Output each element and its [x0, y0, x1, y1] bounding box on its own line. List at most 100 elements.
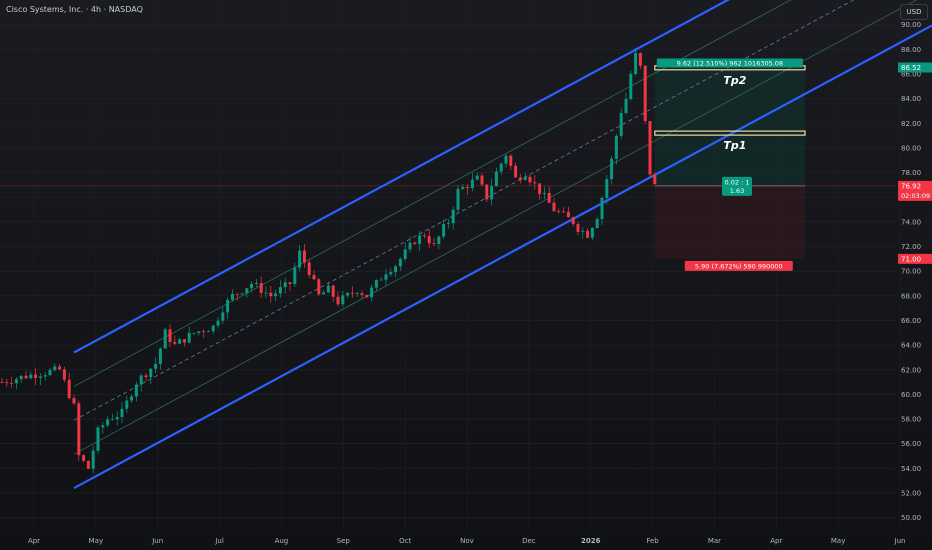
candle-body — [154, 363, 158, 369]
candle-body — [422, 235, 426, 237]
candle-body — [653, 174, 657, 185]
x-tick-label: Jul — [214, 537, 224, 545]
candle-body — [624, 98, 628, 114]
candle-body — [19, 375, 23, 380]
candle-body — [576, 224, 580, 232]
candle-body — [590, 228, 594, 238]
time-axis[interactable]: Apr May Jun Jul Aug Sep Oct Nov Dec 2026 Feb Mar Apr… — [28, 537, 906, 545]
candle-body — [437, 236, 441, 245]
candle-body — [187, 333, 191, 343]
candle-body — [547, 192, 551, 203]
y-tick-label: 72.00 — [901, 243, 921, 251]
candle-body — [67, 379, 71, 399]
candle-body — [226, 299, 230, 313]
candle-body — [206, 331, 210, 333]
candle-body — [163, 329, 167, 349]
candle-body — [58, 366, 62, 370]
candle-body — [629, 73, 633, 99]
candle-body — [384, 274, 388, 280]
candle-body — [96, 427, 100, 451]
candle-body — [10, 383, 14, 384]
candle-body — [82, 455, 86, 461]
candle-body — [365, 294, 369, 298]
candle-body — [317, 279, 321, 295]
candle-body — [115, 416, 119, 420]
x-tick-label: Dec — [522, 537, 536, 545]
candle-body — [451, 209, 455, 224]
candle-body — [53, 366, 57, 371]
x-tick-label: Jun — [151, 537, 163, 545]
candle-body — [211, 325, 215, 332]
candle-body — [600, 197, 604, 220]
y-tick-label: 66.00 — [901, 317, 921, 325]
candle-body — [254, 283, 258, 285]
candle-body — [370, 287, 374, 298]
candle-body — [197, 331, 201, 333]
ratio-label: 0.02 : 1 — [725, 178, 750, 186]
x-tick-label: Mar — [708, 537, 721, 545]
candle-body — [360, 293, 364, 295]
chart-area[interactable]: Tp2 Tp1 9.62 (12.510%) 962 1016305.08 5.90 … — [0, 0, 932, 550]
candle-body — [178, 339, 182, 344]
candle-body — [461, 187, 465, 189]
candle-body — [43, 375, 47, 377]
candle-body — [485, 184, 489, 200]
candle-body — [566, 211, 570, 218]
x-tick-label: Aug — [275, 537, 289, 545]
candle-body — [490, 186, 494, 200]
candle-body — [134, 384, 138, 397]
candle-body — [355, 293, 359, 295]
candle-body — [374, 280, 378, 288]
y-tick-label: 58.00 — [901, 416, 921, 424]
candles — [0, 47, 657, 474]
candle-body — [403, 249, 407, 259]
candle-body — [302, 250, 306, 263]
y-tick-label: 78.00 — [901, 169, 921, 177]
candle-body — [101, 425, 105, 428]
candle-body — [240, 293, 244, 295]
candle-body — [29, 374, 33, 379]
candle-body — [91, 450, 95, 469]
candle-body — [528, 176, 532, 183]
x-tick-label: May — [831, 537, 845, 545]
candle-body — [509, 155, 513, 166]
y-tick-label: 84.00 — [901, 95, 921, 103]
price-axis[interactable]: 50.00 52.00 54.00 56.00 58.00 60.00 62.00 64.00… — [901, 21, 921, 522]
candle-body — [394, 266, 398, 273]
candle-body — [446, 223, 450, 225]
y-tick-label: 60.00 — [901, 391, 921, 399]
candle-body — [38, 376, 42, 379]
candle-body — [619, 113, 623, 136]
candle-body — [634, 53, 638, 74]
candle-body — [144, 375, 148, 378]
candle-body — [581, 230, 585, 232]
candle-body — [427, 236, 431, 244]
candle-body — [168, 329, 172, 342]
y-tick-label: 82.00 — [901, 120, 921, 128]
y-tick-label: 90.00 — [901, 21, 921, 29]
position-zones — [0, 67, 896, 259]
candle-body — [221, 312, 225, 321]
x-tick-label: Apr — [770, 537, 782, 545]
x-tick-label: 2026 — [581, 537, 601, 545]
candle-body — [106, 419, 110, 426]
price-chart[interactable]: Tp2 Tp1 9.62 (12.510%) 962 1016305.08 5.90 … — [0, 0, 932, 550]
candle-body — [264, 292, 268, 294]
candle-body — [413, 242, 417, 244]
candle-body — [245, 288, 249, 294]
currency-badge[interactable]: USD — [900, 4, 928, 20]
x-tick-label: Apr — [28, 537, 40, 545]
y-tick-label: 80.00 — [901, 144, 921, 152]
candle-body — [230, 293, 234, 300]
candle-body — [288, 282, 292, 285]
candle-body — [5, 382, 9, 384]
candle-body — [192, 332, 196, 334]
price-tag-sub: 02:03:09 — [901, 192, 930, 200]
candle-body — [312, 275, 316, 280]
candle-body — [125, 400, 129, 409]
candle-body — [523, 176, 527, 180]
candle-body — [130, 396, 134, 401]
candle-body — [398, 258, 402, 267]
stop-label: 5.90 (7.672%) 590 990000 — [695, 262, 783, 270]
candle-body — [475, 175, 479, 180]
